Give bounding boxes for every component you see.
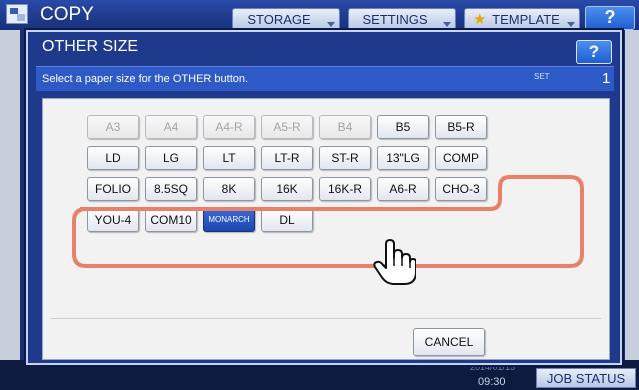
size-button-cho-3[interactable]: CHO-3 <box>435 177 487 201</box>
right-background-strip <box>625 30 639 360</box>
size-button-st-r[interactable]: ST-R <box>319 146 371 170</box>
size-button-comp[interactable]: COMP <box>435 146 487 170</box>
size-button-a4: A4 <box>145 115 197 139</box>
size-button-lt[interactable]: LT <box>203 146 255 170</box>
size-button-16k[interactable]: 16K <box>261 177 313 201</box>
size-button-lt-r[interactable]: LT-R <box>261 146 313 170</box>
size-button-b5-r[interactable]: B5-R <box>435 115 487 139</box>
help-button[interactable]: ? <box>576 40 612 64</box>
tab-label: STORAGE <box>247 12 311 27</box>
size-button-b4: B4 <box>319 115 371 139</box>
tab-template[interactable]: ★ TEMPLATE <box>464 8 580 29</box>
top-bar: COPY STORAGE SETTINGS ★ TEMPLATE ? <box>0 0 639 30</box>
copy-icon <box>6 4 28 24</box>
chevron-down-icon <box>567 22 575 27</box>
size-button-8-5sq[interactable]: 8.5SQ <box>145 177 197 201</box>
time-label: 09:30 <box>478 376 506 388</box>
chevron-down-icon <box>443 22 451 27</box>
size-button-a4-r: A4-R <box>203 115 255 139</box>
size-button-folio[interactable]: FOLIO <box>87 177 139 201</box>
size-button-ld[interactable]: LD <box>87 146 139 170</box>
set-count: 1 <box>602 70 611 87</box>
size-button-dl[interactable]: DL <box>261 208 313 232</box>
instruction-text: Select a paper size for the OTHER button… <box>42 73 249 85</box>
hand-pointer-icon <box>373 239 416 285</box>
paper-size-panel: A3 A4 A4-R A5-R B4 B5 B5-R LD LG LT LT-R ST-R 13"LG C… <box>42 98 610 360</box>
tab-label: SETTINGS <box>362 12 428 27</box>
size-button-you-4[interactable]: YOU-4 <box>87 208 139 232</box>
tab-storage[interactable]: STORAGE <box>232 8 340 29</box>
cancel-button[interactable]: CANCEL <box>413 328 485 356</box>
app-title: COPY <box>40 4 94 25</box>
tab-label: TEMPLATE <box>492 12 560 27</box>
size-button-16k-r[interactable]: 16K-R <box>319 177 371 201</box>
size-button-8k[interactable]: 8K <box>203 177 255 201</box>
size-button-com10[interactable]: COM10 <box>145 208 197 232</box>
size-button-a5-r: A5-R <box>261 115 313 139</box>
star-icon: ★ <box>473 11 487 28</box>
divider <box>51 318 601 319</box>
size-button-13-lg[interactable]: 13"LG <box>377 146 429 170</box>
tab-settings[interactable]: SETTINGS <box>348 8 456 29</box>
size-button-monarch[interactable]: MONARCH <box>203 208 255 232</box>
set-label: SET <box>534 72 550 81</box>
left-background-strip <box>0 30 20 360</box>
job-status-button[interactable]: JOB STATUS <box>536 368 636 388</box>
help-button-top[interactable]: ? <box>585 6 635 30</box>
size-button-b5[interactable]: B5 <box>377 115 429 139</box>
size-button-lg[interactable]: LG <box>145 146 197 170</box>
instruction-bar: Select a paper size for the OTHER button… <box>36 66 614 91</box>
size-button-a6-r[interactable]: A6-R <box>377 177 429 201</box>
other-size-dialog: OTHER SIZE ? Select a paper size for the… <box>26 30 622 365</box>
dialog-title: OTHER SIZE <box>42 38 139 55</box>
chevron-down-icon <box>327 22 335 27</box>
size-button-a3: A3 <box>87 115 139 139</box>
